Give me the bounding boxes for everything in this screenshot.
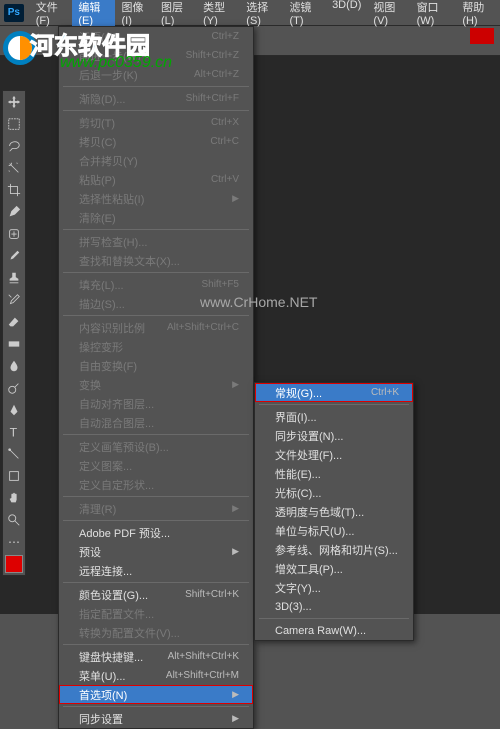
stamp-tool[interactable] (3, 267, 25, 289)
edit-item-19: 内容识别比例Alt+Shift+Ctrl+C (59, 318, 253, 337)
wand-tool[interactable] (3, 157, 25, 179)
edit-sep-35 (63, 582, 249, 583)
edit-item-44[interactable]: 同步设置▶ (59, 709, 253, 728)
zoom-tool[interactable] (3, 509, 25, 531)
edit-sep-43 (63, 706, 249, 707)
move-tool[interactable] (3, 91, 25, 113)
edit-item-0: 还原(O)Ctrl+Z (59, 27, 253, 46)
edit-sep-18 (63, 315, 249, 316)
edit-item-38: 转换为配置文件(V)... (59, 623, 253, 642)
edit-item-23: 自动对齐图层... (59, 394, 253, 413)
edit-item-2: 后退一步(K)Alt+Ctrl+Z (59, 65, 253, 84)
edit-sep-31 (63, 520, 249, 521)
edit-item-32[interactable]: Adobe PDF 预设... (59, 523, 253, 542)
edit-item-7: 拷贝(C)Ctrl+C (59, 132, 253, 151)
blur-tool[interactable] (3, 355, 25, 377)
svg-text:T: T (10, 425, 18, 439)
edit-sep-29 (63, 496, 249, 497)
edit-item-6: 剪切(T)Ctrl+X (59, 113, 253, 132)
prefs-item-6[interactable]: 光标(C)... (255, 483, 413, 502)
edit-item-4: 渐隐(D)...Shift+Ctrl+F (59, 89, 253, 108)
edit-sep-12 (63, 229, 249, 230)
crop-tool[interactable] (3, 179, 25, 201)
edit-sep-25 (63, 434, 249, 435)
prefs-sep-13 (259, 618, 409, 619)
edit-item-26: 定义画笔预设(B)... (59, 437, 253, 456)
edit-item-20: 操控变形 (59, 337, 253, 356)
brush-tool[interactable] (3, 245, 25, 267)
watermark-logo (2, 30, 38, 66)
edit-item-16: 填充(L)...Shift+F5 (59, 275, 253, 294)
edit-item-41[interactable]: 菜单(U)...Alt+Shift+Ctrl+M (59, 666, 253, 685)
edit-item-14: 查找和替换文本(X)... (59, 251, 253, 270)
prefs-item-11[interactable]: 文字(Y)... (255, 578, 413, 597)
menu-9[interactable]: 窗口(W) (411, 0, 457, 31)
prefs-item-12[interactable]: 3D(3)... (255, 597, 413, 616)
edit-item-34[interactable]: 远程连接... (59, 561, 253, 580)
edit-item-24: 自动混合图层... (59, 413, 253, 432)
pen-tool[interactable] (3, 399, 25, 421)
edit-sep-15 (63, 272, 249, 273)
app-logo: Ps (4, 4, 24, 22)
menu-7[interactable]: 3D(D) (326, 0, 367, 31)
heal-tool[interactable] (3, 223, 25, 245)
edit-item-33[interactable]: 预设▶ (59, 542, 253, 561)
edit-sep-39 (63, 644, 249, 645)
prefs-item-10[interactable]: 增效工具(P)... (255, 559, 413, 578)
marquee-tool[interactable] (3, 113, 25, 135)
menubar: Ps 文件(F)编辑(E)图像(I)图层(L)类型(Y)选择(S)滤镜(T)3D… (0, 0, 500, 26)
prefs-item-3[interactable]: 同步设置(N)... (255, 426, 413, 445)
prefs-item-2[interactable]: 界面(I)... (255, 407, 413, 426)
edit-item-8: 合并拷贝(Y) (59, 151, 253, 170)
edit-item-28: 定义自定形状... (59, 475, 253, 494)
edit-item-11: 清除(E) (59, 208, 253, 227)
type-tool[interactable]: T (3, 421, 25, 443)
edit-sep-3 (63, 86, 249, 87)
prefs-item-0[interactable]: 常规(G)...Ctrl+K (255, 383, 413, 402)
path-tool[interactable] (3, 443, 25, 465)
shape-tool[interactable] (3, 465, 25, 487)
foreground-color[interactable] (5, 555, 23, 573)
menu-8[interactable]: 视图(V) (367, 0, 410, 31)
menu-10[interactable]: 帮助(H) (456, 0, 500, 31)
edit-item-22: 变换▶ (59, 375, 253, 394)
edit-sep-5 (63, 110, 249, 111)
red-badge (470, 28, 494, 44)
prefs-item-14[interactable]: Camera Raw(W)... (255, 621, 413, 640)
edit-item-30: 清理(R)▶ (59, 499, 253, 518)
edit-item-21: 自由变换(F) (59, 356, 253, 375)
edit-item-17: 描边(S)... (59, 294, 253, 313)
more-tool[interactable]: ⋯ (3, 531, 25, 553)
prefs-item-9[interactable]: 参考线、网格和切片(S)... (255, 540, 413, 559)
edit-menu-dropdown: 还原(O)Ctrl+Z前进一步(W)Shift+Ctrl+Z后退一步(K)Alt… (58, 26, 254, 729)
menu-6[interactable]: 滤镜(T) (283, 0, 326, 31)
edit-item-36[interactable]: 颜色设置(G)...Shift+Ctrl+K (59, 585, 253, 604)
gradient-tool[interactable] (3, 333, 25, 355)
prefs-item-7[interactable]: 透明度与色域(T)... (255, 502, 413, 521)
toolbar: T ⋯ (2, 90, 26, 576)
edit-item-9: 粘贴(P)Ctrl+V (59, 170, 253, 189)
edit-item-13: 拼写检查(H)... (59, 232, 253, 251)
hand-tool[interactable] (3, 487, 25, 509)
lasso-tool[interactable] (3, 135, 25, 157)
edit-item-42[interactable]: 首选项(N)▶ (59, 685, 253, 704)
prefs-item-4[interactable]: 文件处理(F)... (255, 445, 413, 464)
prefs-sep-1 (259, 404, 409, 405)
edit-item-40[interactable]: 键盘快捷键...Alt+Shift+Ctrl+K (59, 647, 253, 666)
history-brush-tool[interactable] (3, 289, 25, 311)
edit-item-10: 选择性粘贴(I)▶ (59, 189, 253, 208)
eraser-tool[interactable] (3, 311, 25, 333)
preferences-submenu: 常规(G)...Ctrl+K 界面(I)...同步设置(N)...文件处理(F).… (254, 382, 414, 641)
eyedropper-tool[interactable] (3, 201, 25, 223)
edit-item-1: 前进一步(W)Shift+Ctrl+Z (59, 46, 253, 65)
prefs-item-5[interactable]: 性能(E)... (255, 464, 413, 483)
dodge-tool[interactable] (3, 377, 25, 399)
prefs-item-8[interactable]: 单位与标尺(U)... (255, 521, 413, 540)
edit-item-27: 定义图案... (59, 456, 253, 475)
